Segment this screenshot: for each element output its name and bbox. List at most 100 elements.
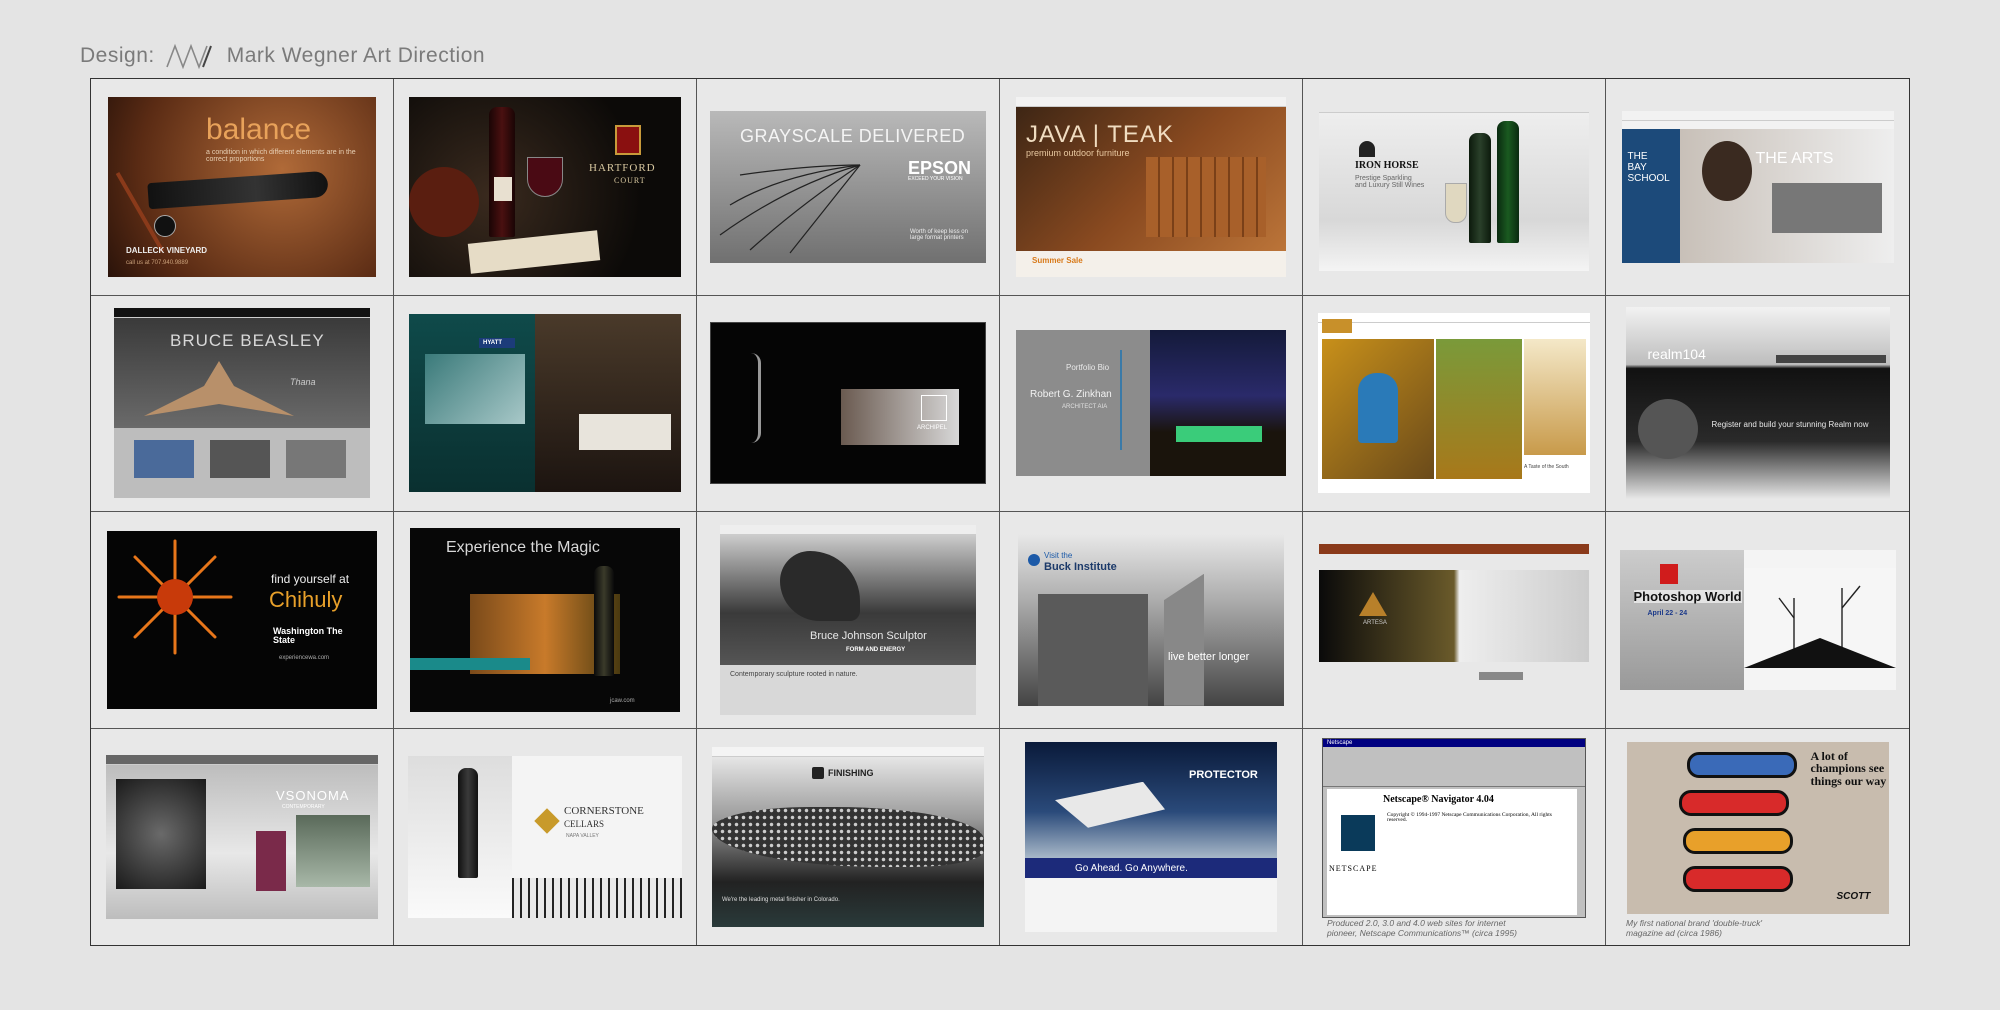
goggle-icon xyxy=(1682,865,1793,892)
tile-bayschool[interactable]: THE BAY SCHOOL THE ARTS xyxy=(1606,79,1909,296)
tile-cornerstone[interactable]: CORNERSTONE CELLARS NAPA VALLEY xyxy=(394,728,697,945)
tile-dalleck[interactable]: balance a condition in which different e… xyxy=(91,79,394,296)
tile-brand: FINISHING xyxy=(828,767,874,778)
chihuly-glass-icon xyxy=(117,539,233,655)
site-nav xyxy=(1775,355,1886,364)
vineyard-graphic xyxy=(512,877,682,918)
tile-hartford[interactable]: HARTFORD COURT xyxy=(394,79,697,296)
tile-epson[interactable]: GRAYSCALE DELIVERED EPSON EXCEED YOUR VI… xyxy=(697,79,1000,296)
thumbnail: A lot of champions see things our way SC… xyxy=(1626,741,1889,914)
artwork-photo xyxy=(256,830,286,891)
tile-chihuly[interactable]: find yourself at Chihuly Washington The … xyxy=(91,512,394,729)
tile-beasley[interactable]: BRUCE BEASLEY Thana xyxy=(91,295,394,512)
horse-logo-icon xyxy=(1359,140,1375,157)
tile-title: Experience the Magic xyxy=(446,538,600,556)
tile-brand: ARTESA xyxy=(1363,619,1387,626)
thumbnail: Bruce Johnson Sculptor FORM AND ENERGY C… xyxy=(720,524,976,715)
house-photo xyxy=(1150,330,1286,477)
tile-protector[interactable]: PROTECTOR Go Ahead. Go Anywhere. xyxy=(1000,728,1303,945)
finishing-logo-icon xyxy=(812,766,824,779)
tile-netscape[interactable]: Netscape Netscape® Navigator 4.04 Copyri… xyxy=(1303,728,1606,945)
tile-vsonoma[interactable]: VSONOMA CONTEMPORARY xyxy=(91,728,394,945)
tile-zinkhan[interactable]: Portfolio Bio Robert G. Zinkhan ARCHITEC… xyxy=(1000,295,1303,512)
tile-sub: FORM AND ENERGY xyxy=(846,646,906,653)
tile-brand: HYATT xyxy=(483,340,503,347)
social-icons xyxy=(1479,671,1523,680)
buck-logo-icon xyxy=(1028,553,1040,566)
title-bar xyxy=(1323,738,1585,747)
tile-sub: live better longer xyxy=(1168,650,1250,663)
tile-brand: Chihuly xyxy=(269,586,343,612)
thumbnail: Portfolio Bio Robert G. Zinkhan ARCHITEC… xyxy=(1016,330,1286,477)
tile-title: JAVA | TEAK xyxy=(1026,120,1174,148)
tile-artesa[interactable]: ARTESA xyxy=(1303,512,1606,729)
trees-photo xyxy=(1743,567,1896,668)
tile-url: experiencewa.com xyxy=(279,654,330,661)
netscape-logo-icon xyxy=(1341,814,1375,851)
gallery-thumb xyxy=(210,440,270,479)
gallery-thumb xyxy=(134,440,194,479)
thumbnail: BRUCE BEASLEY Thana xyxy=(114,308,370,499)
toolbar xyxy=(1323,746,1585,787)
tile-magic[interactable]: Experience the Magic jcaw.com xyxy=(394,512,697,729)
thumbnail: PROTECTOR Go Ahead. Go Anywhere. xyxy=(1025,741,1277,932)
tile-title: BRUCE BEASLEY xyxy=(170,331,325,351)
vineyard-photo xyxy=(1436,339,1522,480)
tile-photoshop[interactable]: Photoshop World April 22 - 24 xyxy=(1606,512,1909,729)
crowd-photo xyxy=(1619,549,1744,690)
artwork-photo xyxy=(116,778,206,889)
tile-title: THE ARTS xyxy=(1755,149,1834,167)
thumbnail: A Taste of the South xyxy=(1318,313,1590,494)
thumbnail: Netscape Netscape® Navigator 4.04 Copyri… xyxy=(1322,737,1586,918)
tile-winery[interactable]: A Taste of the South xyxy=(1303,295,1606,512)
tile-realm[interactable]: realm104 Register and build your stunnin… xyxy=(1606,296,1909,512)
tile-sub: jcaw.com xyxy=(610,697,635,704)
sculpture-icon xyxy=(144,361,294,417)
tile-finishing[interactable]: FINISHING We're the leading metal finish… xyxy=(697,728,1000,945)
tile-title: balance xyxy=(206,112,312,146)
goggle-icon xyxy=(1682,827,1793,854)
site-nav xyxy=(106,754,378,765)
tile-sub: April 22 - 24 xyxy=(1647,609,1688,617)
portfolio-grid: balance a condition in which different e… xyxy=(90,78,1910,946)
tile-ironhorse[interactable]: IRON HORSE Prestige Sparkling and Luxury… xyxy=(1303,79,1606,296)
thumbnail: JAVA | TEAK premium outdoor furniture Su… xyxy=(1016,96,1286,277)
winery-logo-icon xyxy=(1322,319,1352,334)
site-nav xyxy=(720,524,976,535)
thumbnail: HARTFORD COURT xyxy=(409,96,681,277)
site-nav xyxy=(1016,96,1286,107)
tile-sub: EXCEED YOUR VISION xyxy=(908,175,963,182)
champagne-bottle-icon xyxy=(594,565,614,676)
tile-body: Contemporary sculpture rooted in nature. xyxy=(730,670,858,678)
tile-bruce[interactable]: Bruce Johnson Sculptor FORM AND ENERGY C… xyxy=(697,512,1000,729)
site-nav xyxy=(712,746,984,757)
pool-photo xyxy=(425,354,525,425)
tile-tagline: a condition in which different elements … xyxy=(206,148,356,163)
tile-javateak[interactable]: JAVA | TEAK premium outdoor furniture Su… xyxy=(1000,79,1303,296)
wegner-logo-icon xyxy=(165,43,212,69)
wine-bottle-icon xyxy=(1469,132,1491,243)
thumbnail: CORNERSTONE CELLARS NAPA VALLEY xyxy=(408,755,682,918)
building-wing xyxy=(1164,573,1204,706)
tile-promo: Summer Sale xyxy=(1032,255,1083,265)
tile-sub: COURT xyxy=(614,175,646,185)
tile-archipel[interactable]: ARCHIPEL xyxy=(697,295,1000,512)
champagne-bottle-icon xyxy=(1497,120,1519,243)
photographer-icon xyxy=(1701,140,1752,201)
perforated-metal-graphic xyxy=(712,806,984,867)
tile-brand: ARCHIPEL xyxy=(917,425,948,432)
tile-scott[interactable]: A lot of champions see things our way SC… xyxy=(1606,729,1909,946)
thumbnail: balance a condition in which different e… xyxy=(108,96,376,277)
tile-sub: Register and build your stunning Realm n… xyxy=(1711,420,1869,430)
tile-hyatt[interactable]: HYATT xyxy=(394,295,697,512)
site-nav xyxy=(1319,543,1589,554)
tile-brand: EPSON xyxy=(908,157,972,178)
hero-photo xyxy=(1319,569,1589,662)
curve-graphic xyxy=(751,353,761,444)
tile-name: Robert G. Zinkhan xyxy=(1030,389,1112,401)
thumbnail: Visit the Buck Institute live better lon… xyxy=(1018,533,1284,706)
tile-buck[interactable]: Visit the Buck Institute live better lon… xyxy=(1000,512,1303,729)
tile-nav: Portfolio Bio xyxy=(1066,363,1110,373)
wine-bottle-icon xyxy=(147,170,329,209)
goggle-icon xyxy=(1686,751,1797,778)
